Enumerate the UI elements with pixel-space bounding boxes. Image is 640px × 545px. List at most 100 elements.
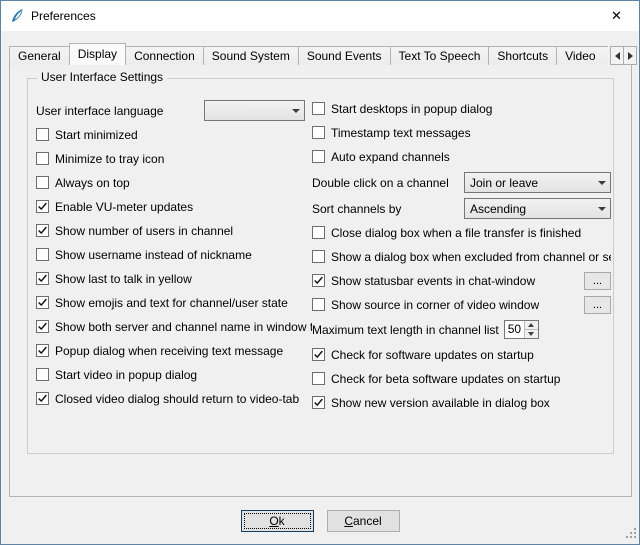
checkbox-minimize-to-tray-icon[interactable]: Minimize to tray icon <box>36 150 312 167</box>
unchecked-checkbox-icon[interactable] <box>312 298 325 311</box>
checked-checkbox-icon[interactable] <box>36 272 49 285</box>
unchecked-checkbox-icon[interactable] <box>312 102 325 115</box>
checkbox-label: Show number of users in channel <box>55 224 233 238</box>
setting-label: Sort channels by <box>312 202 464 216</box>
checkbox-start-video-in-popup-dialog[interactable]: Start video in popup dialog <box>36 366 312 383</box>
checkbox-show-statusbar-events-in-chat-window[interactable]: Show statusbar events in chat-window... <box>312 272 611 289</box>
unchecked-checkbox-icon[interactable] <box>36 368 49 381</box>
spinbox-buttons <box>524 321 538 338</box>
checkbox-enable-vu-meter-updates[interactable]: Enable VU-meter updates <box>36 198 312 215</box>
checkbox-auto-expand-channels[interactable]: Auto expand channels <box>312 148 611 165</box>
unchecked-checkbox-icon[interactable] <box>312 372 325 385</box>
checkbox-label: Check for software updates on startup <box>331 348 534 362</box>
checked-checkbox-icon[interactable] <box>312 396 325 409</box>
dropdown-arrow-icon <box>593 181 610 185</box>
unchecked-checkbox-icon[interactable] <box>312 126 325 139</box>
double-click-on-a-channel-select[interactable]: Join or leave <box>464 172 611 193</box>
checkbox-popup-dialog-when-receiving-text-message[interactable]: Popup dialog when receiving text message <box>36 342 312 359</box>
checkbox-closed-video-dialog-should-return-to-video-tab[interactable]: Closed video dialog should return to vid… <box>36 390 312 407</box>
group-title: User Interface Settings <box>37 70 167 84</box>
checkbox-start-desktops-in-popup-dialog[interactable]: Start desktops in popup dialog <box>312 100 611 117</box>
more-options-button[interactable]: ... <box>584 272 611 290</box>
maximum-text-length-in-channel-list-spinbox[interactable]: 50 <box>504 320 539 339</box>
checkbox-show-a-dialog-box-when-excluded-from-channel-or-server[interactable]: Show a dialog box when excluded from cha… <box>312 248 611 265</box>
more-options-button[interactable]: ... <box>584 296 611 314</box>
right-settings-column: Start desktops in popup dialog Timestamp … <box>312 100 611 453</box>
checkbox-label: Show statusbar events in chat-window <box>331 274 535 288</box>
checkbox-start-minimized[interactable]: Start minimized <box>36 126 312 143</box>
checkbox-label: Minimize to tray icon <box>55 152 164 166</box>
window-title: Preferences <box>31 9 96 23</box>
checked-checkbox-icon[interactable] <box>36 320 49 333</box>
checkbox-always-on-top[interactable]: Always on top <box>36 174 312 191</box>
checkbox-show-source-in-corner-of-video-window[interactable]: Show source in corner of video window... <box>312 296 611 313</box>
checkbox-label: Popup dialog when receiving text message <box>55 344 283 358</box>
unchecked-checkbox-icon[interactable] <box>312 250 325 263</box>
unchecked-checkbox-icon[interactable] <box>36 128 49 141</box>
checkbox-check-for-software-updates-on-startup[interactable]: Check for software updates on startup <box>312 346 611 363</box>
check-icon <box>313 397 324 408</box>
resize-grip-icon[interactable] <box>624 526 637 542</box>
checked-checkbox-icon[interactable] <box>36 344 49 357</box>
tab-text-to-speech[interactable]: Text To Speech <box>390 46 490 65</box>
cancel-button[interactable]: Cancel <box>327 510 400 532</box>
language-select[interactable] <box>204 100 305 121</box>
checked-checkbox-icon[interactable] <box>36 224 49 237</box>
checked-checkbox-icon[interactable] <box>36 296 49 309</box>
tab-shortcuts[interactable]: Shortcuts <box>488 46 557 65</box>
checked-checkbox-icon[interactable] <box>36 392 49 405</box>
scroll-left-icon <box>615 52 620 60</box>
sort-channels-by-select[interactable]: Ascending <box>464 198 611 219</box>
checkbox-label: Timestamp text messages <box>331 126 471 140</box>
checkbox-check-for-beta-software-updates-on-startup[interactable]: Check for beta software updates on start… <box>312 370 611 387</box>
dialog-button-row: Ok Cancel <box>1 510 639 532</box>
tab-display[interactable]: Display <box>69 43 126 65</box>
tab-scroll-right-button[interactable] <box>623 46 637 65</box>
spin-up-button[interactable] <box>524 321 538 329</box>
title-bar: Preferences ✕ <box>1 1 639 31</box>
checked-checkbox-icon[interactable] <box>312 348 325 361</box>
checkbox-label: Start minimized <box>55 128 138 142</box>
checkbox-show-number-of-users-in-channel[interactable]: Show number of users in channel <box>36 222 312 239</box>
tab-sound-events[interactable]: Sound Events <box>298 46 391 65</box>
spin-up-icon <box>528 323 534 327</box>
tab-sound-system[interactable]: Sound System <box>203 46 299 65</box>
checkbox-label: Start video in popup dialog <box>55 368 197 382</box>
checkbox-show-username-instead-of-nickname[interactable]: Show username instead of nickname <box>36 246 312 263</box>
checkbox-show-both-server-and-channel-name-in-window-title[interactable]: Show both server and channel name in win… <box>36 318 312 335</box>
dropdown-arrow-icon <box>593 207 610 211</box>
spinbox-value: 50 <box>505 321 524 338</box>
unchecked-checkbox-icon[interactable] <box>36 176 49 189</box>
checkbox-show-new-version-available-in-dialog-box[interactable]: Show new version available in dialog box <box>312 394 611 411</box>
unchecked-checkbox-icon[interactable] <box>36 248 49 261</box>
checkbox-close-dialog-box-when-a-file-transfer-is-finished[interactable]: Close dialog box when a file transfer is… <box>312 224 611 241</box>
unchecked-checkbox-icon[interactable] <box>36 152 49 165</box>
close-button[interactable]: ✕ <box>594 1 639 31</box>
checkbox-label: Start desktops in popup dialog <box>331 102 492 116</box>
checkbox-timestamp-text-messages[interactable]: Timestamp text messages <box>312 124 611 141</box>
unchecked-checkbox-icon[interactable] <box>312 150 325 163</box>
checked-checkbox-icon[interactable] <box>312 274 325 287</box>
user-interface-settings-group: User Interface Settings User interface l… <box>27 78 614 454</box>
settings-columns: User interface language Start minimized M… <box>28 79 613 453</box>
checkbox-label: Show username instead of nickname <box>55 248 252 262</box>
ok-button[interactable]: Ok <box>241 510 314 532</box>
checkbox-label: Show source in corner of video window <box>331 298 539 312</box>
check-icon <box>37 297 48 308</box>
checkbox-show-emojis-and-text-for-channel-user-state[interactable]: Show emojis and text for channel/user st… <box>36 294 312 311</box>
checked-checkbox-icon[interactable] <box>36 200 49 213</box>
tab-scrollers <box>608 46 637 65</box>
tab-connection[interactable]: Connection <box>125 46 204 65</box>
check-icon <box>313 349 324 360</box>
tab-general[interactable]: General <box>9 46 70 65</box>
spin-down-button[interactable] <box>524 329 538 338</box>
select-value: Ascending <box>470 202 593 216</box>
check-icon <box>37 201 48 212</box>
language-row: User interface language <box>36 100 312 121</box>
tab-bar: GeneralDisplayConnectionSound SystemSoun… <box>9 43 638 65</box>
checkbox-label: Auto expand channels <box>331 150 450 164</box>
checkbox-show-last-to-talk-in-yellow[interactable]: Show last to talk in yellow <box>36 270 312 287</box>
tab-scroll-left-button[interactable] <box>610 46 624 65</box>
checkbox-label: Enable VU-meter updates <box>55 200 193 214</box>
unchecked-checkbox-icon[interactable] <box>312 226 325 239</box>
